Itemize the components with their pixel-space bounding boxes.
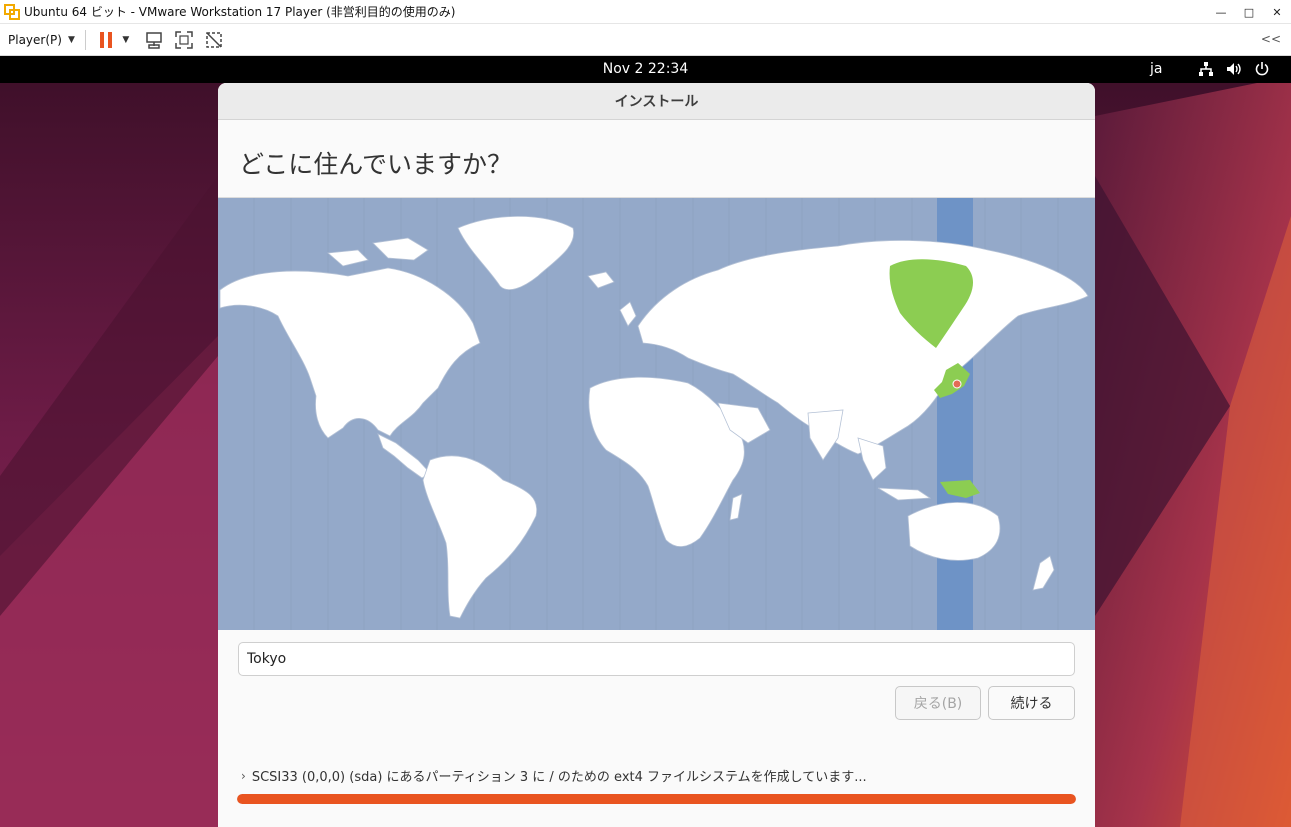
- timezone-city-input[interactable]: [238, 642, 1075, 676]
- vmware-toolbar: Player(P) ▼ ▼ <<: [0, 24, 1291, 56]
- pause-icon: [99, 31, 112, 48]
- install-status-text: SCSI33 (0,0,0) (sda) にあるパーティション 3 に / のた…: [251, 770, 867, 785]
- power-dropdown-button[interactable]: ▼: [120, 30, 130, 50]
- send-ctrl-alt-del-button[interactable]: [144, 30, 164, 50]
- install-status[interactable]: › SCSI33 (0,0,0) (sda) にあるパーティション 3 に / …: [241, 766, 867, 786]
- toolbar-divider: [84, 29, 86, 50]
- chevron-right-icon: ›: [241, 768, 246, 783]
- continue-button[interactable]: 続ける: [988, 686, 1075, 720]
- network-icon: [1199, 62, 1213, 76]
- collapse-toolbar-button[interactable]: <<: [1261, 32, 1281, 46]
- player-menu[interactable]: Player(P) ▼: [8, 33, 75, 47]
- gnome-top-bar: Nov 2 22:34 ja: [0, 56, 1291, 83]
- fullscreen-icon: [175, 30, 193, 49]
- installer-window-title: インストール: [614, 94, 699, 110]
- install-progress-fill: [237, 794, 1076, 804]
- clock[interactable]: Nov 2 22:34: [0, 61, 1291, 77]
- unity-mode-button[interactable]: [204, 30, 224, 50]
- computer-icon: [146, 31, 162, 49]
- chevron-down-icon: ▼: [122, 34, 130, 45]
- guest-display[interactable]: Nov 2 22:34 ja インストール どこに住んでいますか？ Tokyo …: [0, 56, 1291, 827]
- close-button[interactable]: ✕: [1263, 0, 1291, 24]
- pause-button[interactable]: [96, 30, 116, 50]
- installer-window: インストール どこに住んでいますか？ Tokyo 戻る(B) 続ける › SCS…: [218, 83, 1095, 827]
- timezone-map[interactable]: [218, 198, 1095, 630]
- back-button[interactable]: 戻る(B): [895, 686, 981, 720]
- vmware-title-bar: Ubuntu 64 ビット - VMware Workstation 17 Pl…: [0, 0, 1291, 24]
- chevron-down-icon: ▼: [67, 34, 75, 45]
- world-map: [219, 198, 1089, 630]
- input-language-indicator[interactable]: ja: [1150, 61, 1162, 77]
- maximize-button[interactable]: □: [1235, 0, 1263, 24]
- selected-city-marker: [952, 379, 962, 389]
- power-icon: [1255, 62, 1269, 76]
- volume-icon: [1227, 63, 1241, 75]
- install-progress-bar: [237, 794, 1076, 804]
- system-tray[interactable]: [1198, 61, 1270, 77]
- full-screen-button[interactable]: [174, 30, 194, 50]
- installer-header-bar: インストール: [218, 83, 1095, 120]
- unity-mode-icon: [206, 31, 222, 48]
- window-title: Ubuntu 64 ビット - VMware Workstation 17 Pl…: [24, 5, 456, 19]
- page-title: どこに住んでいますか？: [239, 150, 513, 179]
- minimize-button[interactable]: —: [1207, 0, 1235, 24]
- vmware-app-icon: [4, 3, 20, 20]
- player-menu-label: Player(P): [8, 32, 62, 47]
